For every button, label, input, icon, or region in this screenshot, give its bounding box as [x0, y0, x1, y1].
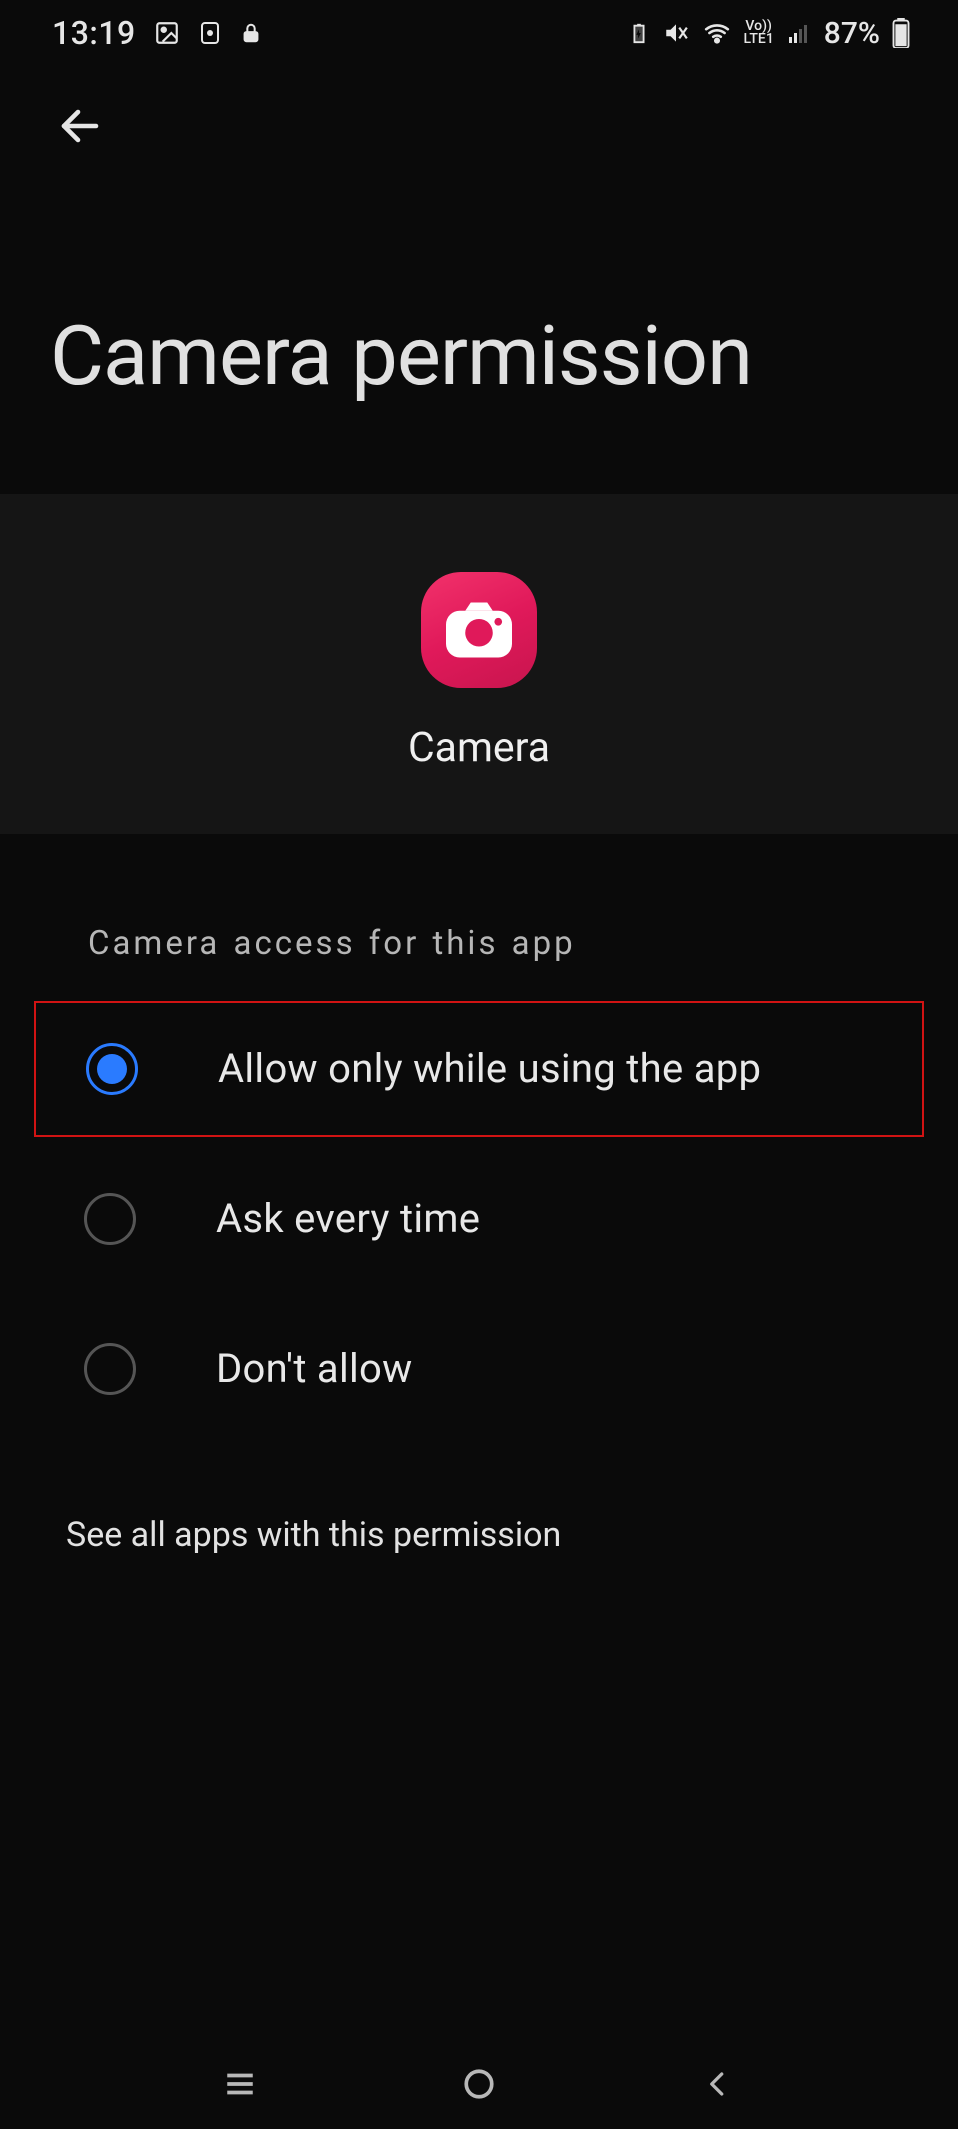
option-dont-allow[interactable]: Don't allow — [34, 1301, 924, 1437]
lock-icon — [240, 20, 262, 46]
radio-icon — [84, 1193, 136, 1245]
header: Camera permission — [0, 66, 958, 494]
option-label: Don't allow — [216, 1345, 413, 1392]
page-title: Camera permission — [50, 311, 908, 404]
see-all-apps-link[interactable]: See all apps with this permission — [0, 1437, 958, 1555]
status-right: Vo)) LTE1 87% — [628, 16, 910, 51]
signal-icon — [786, 21, 812, 45]
option-allow-while-using[interactable]: Allow only while using the app — [34, 1001, 924, 1137]
image-icon — [154, 20, 180, 46]
back-icon — [703, 2067, 733, 2101]
radio-icon — [86, 1043, 138, 1095]
status-time: 13:19 — [52, 14, 136, 52]
battery-percent: 87% — [824, 16, 880, 51]
app-icon — [421, 572, 537, 688]
radio-icon — [84, 1343, 136, 1395]
option-ask-every-time[interactable]: Ask every time — [34, 1151, 924, 1287]
app-card: Camera — [0, 494, 958, 834]
option-label: Allow only while using the app — [218, 1045, 761, 1092]
status-left: 13:19 — [52, 14, 262, 52]
nav-recents[interactable] — [210, 2054, 270, 2114]
status-bar: 13:19 Vo)) LTE1 — [0, 0, 958, 66]
mute-icon — [662, 20, 690, 46]
option-label: Ask every time — [216, 1195, 480, 1242]
nav-back[interactable] — [688, 2054, 748, 2114]
app-name: Camera — [408, 724, 550, 772]
media-icon — [198, 21, 222, 45]
permission-options: Allow only while using the app Ask every… — [0, 1001, 958, 1437]
battery-saver-icon — [628, 20, 650, 46]
lte-label: LTE1 — [744, 33, 774, 46]
camera-icon — [446, 602, 512, 658]
volte-icon: Vo)) LTE1 — [744, 20, 774, 45]
home-icon — [462, 2067, 496, 2101]
section-label: Camera access for this app — [0, 834, 958, 1001]
wifi-icon — [702, 20, 732, 46]
back-button[interactable] — [50, 96, 110, 156]
nav-home[interactable] — [449, 2054, 509, 2114]
recents-icon — [223, 2067, 257, 2101]
battery-icon — [892, 18, 910, 48]
arrow-left-icon — [56, 102, 104, 150]
nav-bar — [0, 2039, 958, 2129]
